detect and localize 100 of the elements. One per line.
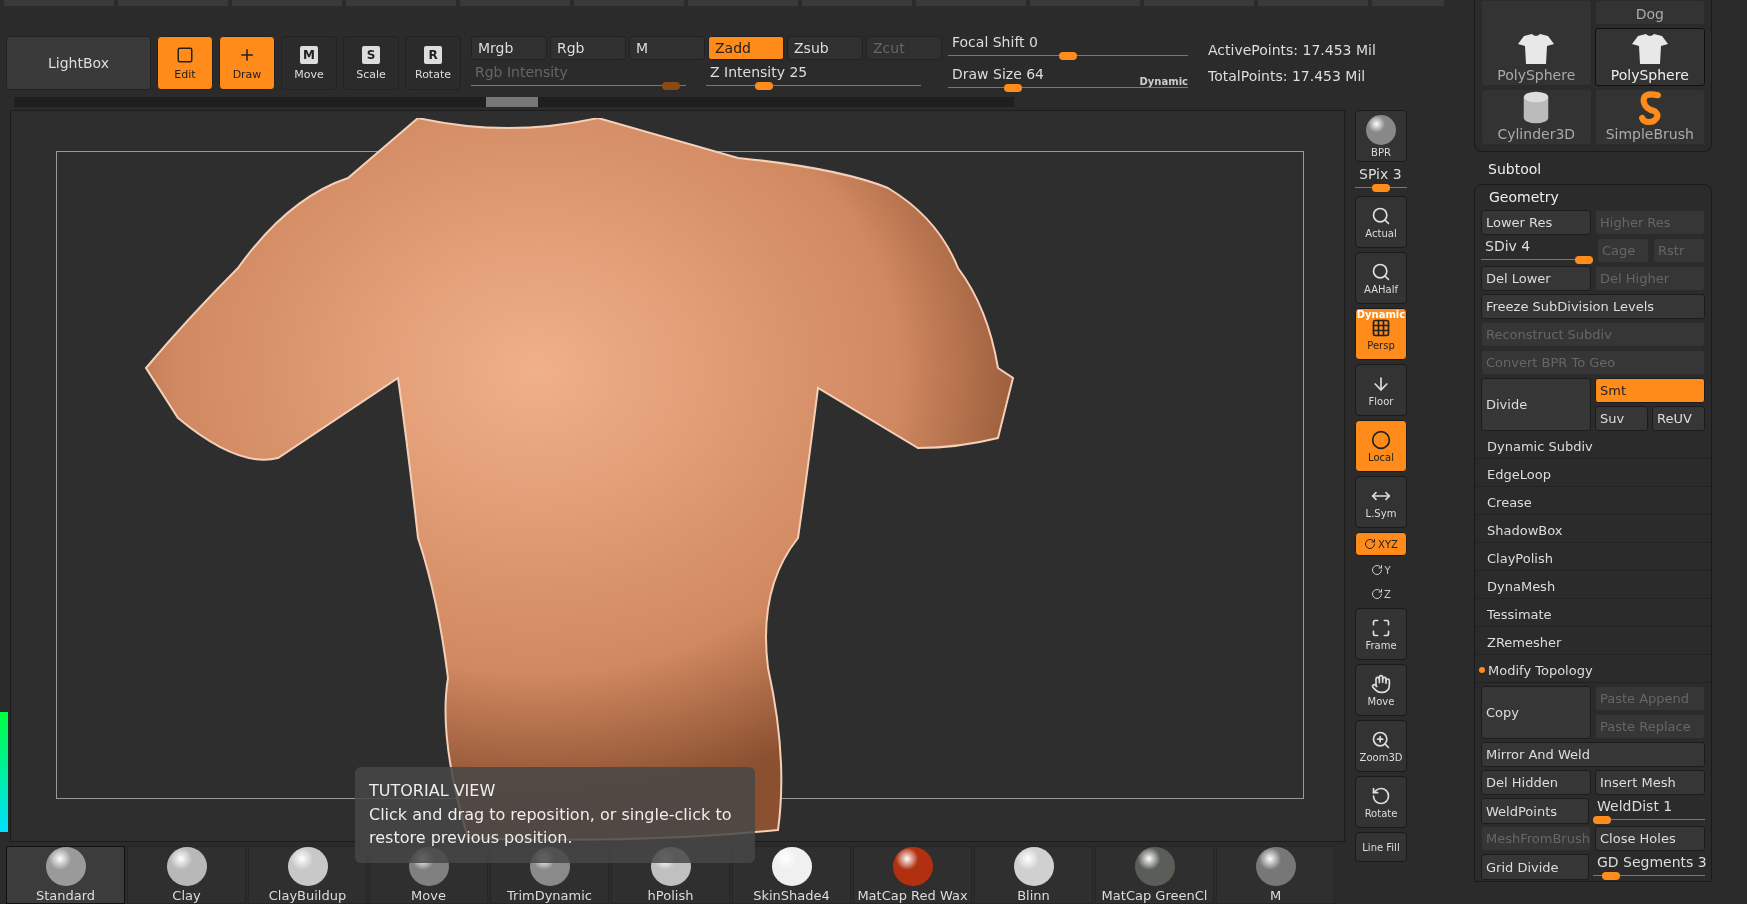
material-swatch[interactable]: Blinn (974, 846, 1093, 904)
lightbox-button[interactable]: LightBox (6, 36, 151, 90)
material-label: MatCap GreenCl (1101, 888, 1208, 903)
weld-slider-label: GD Segments 3 (1596, 854, 1705, 870)
tool-thumbnail[interactable]: Dog (1594, 0, 1705, 25)
total-points-text: TotalPoints: 17.453 Mil (1208, 68, 1367, 84)
view-button[interactable]: AAHalf (1355, 252, 1407, 304)
letter-key-icon: R (424, 45, 442, 64)
view-button[interactable]: Move (1355, 664, 1407, 716)
mode-button[interactable]: Mrgb (471, 36, 547, 60)
section-header[interactable]: ClayPolish (1475, 546, 1711, 571)
slider-thumb[interactable] (1059, 52, 1077, 60)
section-header[interactable]: EdgeLoop (1475, 462, 1711, 487)
slider-thumb[interactable] (1003, 84, 1022, 92)
section-header[interactable]: DynaMesh (1475, 574, 1711, 599)
material-label: Clay (172, 888, 201, 903)
scroll-track[interactable] (14, 97, 1014, 107)
z-intensity-slider[interactable] (706, 82, 921, 90)
axis-rotate-button[interactable]: Y (1355, 560, 1407, 580)
section-header[interactable]: ZRemesher (1475, 630, 1711, 655)
rotate-icon (1371, 785, 1391, 806)
material-label: Move (411, 888, 446, 903)
material-swatch[interactable]: Clay (127, 846, 246, 904)
tool-button[interactable]: R Rotate (405, 36, 461, 90)
material-swatch[interactable]: Standard (6, 846, 125, 904)
tutorial-overlay[interactable]: TUTORIAL VIEW Click and drag to reposition, or single-click to restore previous position. (355, 767, 755, 863)
view-button[interactable]: L.Sym (1355, 476, 1407, 528)
dynamic-label: Dynamic (1139, 76, 1188, 87)
view-button[interactable]: Rotate (1355, 776, 1407, 828)
mode-button[interactable]: Zsub (787, 36, 863, 60)
rgb-intensity-slider[interactable] (471, 82, 686, 90)
geometry-header[interactable]: Geometry (1481, 187, 1705, 207)
panel-button[interactable]: Insert Mesh (1595, 770, 1705, 795)
mode-button[interactable]: M (629, 36, 705, 60)
linefill-button[interactable]: Line Fill (1355, 832, 1407, 862)
mode-button[interactable]: Zadd (708, 36, 784, 60)
focal-shift-slider[interactable] (948, 52, 1188, 60)
tool-button[interactable]: M Move (281, 36, 337, 90)
panel-button[interactable]: Del Hidden (1481, 770, 1591, 795)
tool-thumbnail[interactable]: SimpleBrush (1594, 89, 1705, 145)
axis-rotate-button[interactable]: Z (1355, 584, 1407, 604)
panel-button[interactable]: Grid Divide (1481, 854, 1589, 880)
material-label: ClayBuildup (268, 888, 347, 903)
tool-thumbnail[interactable]: PolySphere (1481, 0, 1592, 86)
tool-button[interactable]: Draw (219, 36, 275, 90)
zoom-icon (1371, 729, 1391, 750)
panel-button[interactable]: Divide (1481, 378, 1591, 431)
panel-button[interactable]: ReUV (1652, 406, 1705, 431)
slider-thumb[interactable] (1602, 872, 1621, 880)
panel-button[interactable]: Smt (1595, 378, 1705, 403)
panel-button[interactable]: Close Holes (1595, 826, 1705, 851)
view-button[interactable]: Dynamic Persp (1355, 308, 1407, 360)
tool-thumbnail[interactable]: Cylinder3D (1481, 89, 1592, 145)
bpr-button[interactable]: BPR (1355, 110, 1407, 162)
slider-thumb[interactable] (755, 82, 774, 90)
section-header[interactable]: Crease (1475, 490, 1711, 515)
section-header[interactable]: Tessimate (1475, 602, 1711, 627)
panel-button[interactable]: Del Lower (1481, 266, 1591, 291)
material-swatch[interactable]: MatCap Red Wax (853, 846, 972, 904)
material-label: M (1269, 888, 1282, 903)
slider-thumb[interactable] (1593, 816, 1611, 824)
panel-button[interactable]: Freeze SubDivision Levels (1481, 294, 1705, 319)
slider-thumb[interactable] (1372, 184, 1390, 192)
mode-button[interactable]: Rgb (550, 36, 626, 60)
weld-slider[interactable] (1593, 816, 1705, 824)
panel-button[interactable]: WeldPoints (1481, 798, 1589, 824)
view-button[interactable]: Frame (1355, 608, 1407, 660)
material-swatch[interactable]: ClayBuildup (248, 846, 367, 904)
panel-button[interactable]: Copy (1481, 686, 1591, 739)
view-button[interactable]: Local (1355, 420, 1407, 472)
sdiv-slider-label: SDiv 4 (1484, 238, 1532, 254)
tool-button[interactable]: S Scale (343, 36, 399, 90)
weld-slider-label: WeldDist 1 (1596, 798, 1674, 814)
xyz-button[interactable]: XYZ (1355, 532, 1407, 556)
scroll-thumb[interactable] (486, 97, 538, 107)
focal-shift-slider-label: Focal Shift 0 (951, 34, 1039, 50)
section-header[interactable]: Modify Topology (1475, 658, 1711, 683)
view-button[interactable]: Zoom3D (1355, 720, 1407, 772)
panel-button[interactable]: Lower Res (1481, 210, 1591, 235)
material-swatch[interactable]: MatCap GreenCl (1095, 846, 1214, 904)
spix-slider[interactable] (1355, 184, 1407, 192)
weld-slider[interactable] (1593, 872, 1705, 880)
material-swatch[interactable]: SkinShade4 (732, 846, 851, 904)
sphere-icon (1366, 114, 1396, 145)
material-swatch[interactable]: M (1216, 846, 1335, 904)
panel-button[interactable]: Mirror And Weld (1481, 742, 1705, 767)
section-header[interactable]: Dynamic Subdiv (1475, 434, 1711, 459)
tool-thumbnail[interactable]: PolySphere (1594, 28, 1705, 86)
sdiv-slider[interactable] (1481, 256, 1593, 264)
panel-button[interactable]: Suv (1595, 406, 1648, 431)
subtool-header[interactable]: Subtool (1474, 155, 1712, 181)
tool-button[interactable]: Edit (157, 36, 213, 90)
view-button[interactable]: Floor (1355, 364, 1407, 416)
active-points-text: ActivePoints: 17.453 Mil (1208, 42, 1376, 58)
edit-square-icon (176, 45, 194, 64)
material-label: MatCap Red Wax (857, 888, 968, 903)
view-button[interactable]: Actual (1355, 196, 1407, 248)
section-header[interactable]: ShadowBox (1475, 518, 1711, 543)
slider-thumb[interactable] (1575, 256, 1593, 264)
expand-icon (1371, 617, 1391, 638)
